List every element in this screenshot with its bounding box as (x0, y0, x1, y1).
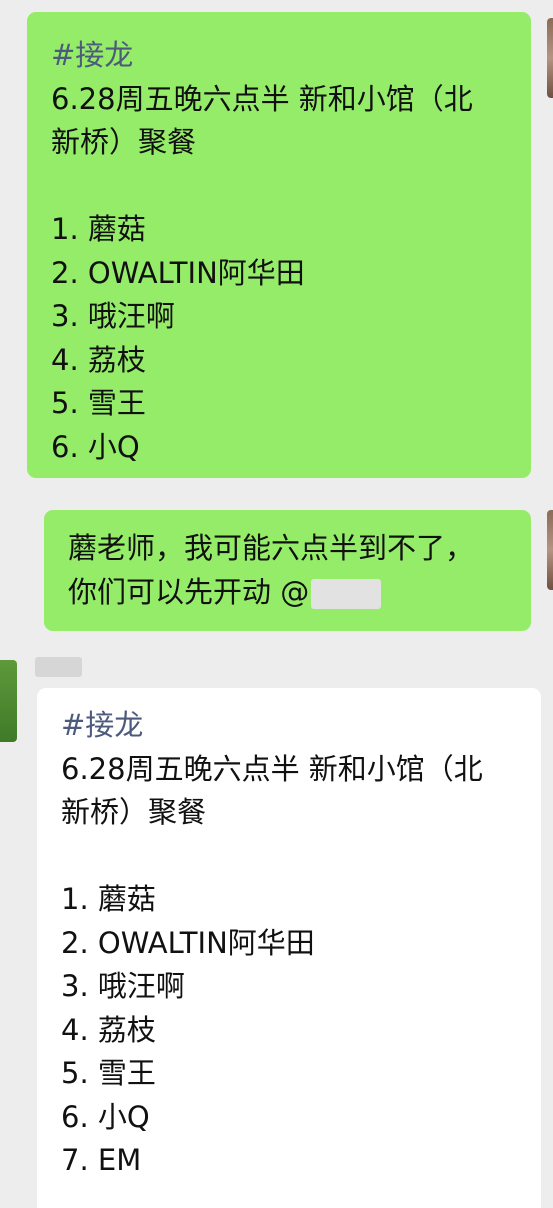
hashtag-jielong[interactable]: #接龙 (51, 34, 507, 78)
list-item: 3. 哦汪啊 (61, 969, 185, 1003)
message-bubble-other[interactable]: #接龙 6.28周五晚六点半 新和小馆（北 新桥）聚餐 1. 蘑菇 2. OWA… (37, 688, 541, 1208)
sender-avatar[interactable] (547, 18, 553, 98)
list-item: 1. 蘑菇 (51, 212, 146, 246)
event-line-2: 新桥）聚餐 (61, 795, 207, 829)
message-bubble-own[interactable]: #接龙 6.28周五晚六点半 新和小馆（北 新桥）聚餐 1. 蘑菇 2. OWA… (27, 12, 531, 478)
message-text-line: 你们可以先开动 @ (68, 571, 507, 615)
list-item: 4. 荔枝 (51, 342, 146, 377)
list-item: 6. 小Q (61, 1099, 150, 1134)
list-item: 4. 荔枝 (61, 1012, 156, 1047)
list-item: 3. 哦汪啊 (51, 299, 175, 333)
redacted-mention (311, 578, 382, 609)
sender-avatar[interactable] (547, 510, 553, 590)
message-bubble-own[interactable]: 蘑老师，我可能六点半到不了， 你们可以先开动 @ (44, 510, 531, 631)
list-item: 5. 雪王 (51, 386, 146, 420)
list-item: 2. OWALTIN阿华田 (61, 925, 315, 960)
event-line-2: 新桥）聚餐 (51, 125, 197, 159)
list-item: 5. 雪王 (61, 1056, 156, 1090)
list-item: 1. 蘑菇 (61, 882, 156, 916)
hashtag-jielong[interactable]: #接龙 (61, 704, 517, 748)
message-text-line: 蘑老师，我可能六点半到不了， (68, 531, 475, 565)
sender-avatar[interactable] (0, 660, 17, 742)
mention-text: 你们可以先开动 @ (68, 574, 310, 609)
list-item: 2. OWALTIN阿华田 (51, 255, 305, 290)
sender-name-redacted (35, 657, 82, 677)
list-item: 6. 小Q (51, 429, 140, 464)
event-line-1: 6.28周五晚六点半 新和小馆（北 (61, 751, 483, 786)
list-item: 7. EM (61, 1143, 142, 1177)
event-line-1: 6.28周五晚六点半 新和小馆（北 (51, 81, 473, 116)
